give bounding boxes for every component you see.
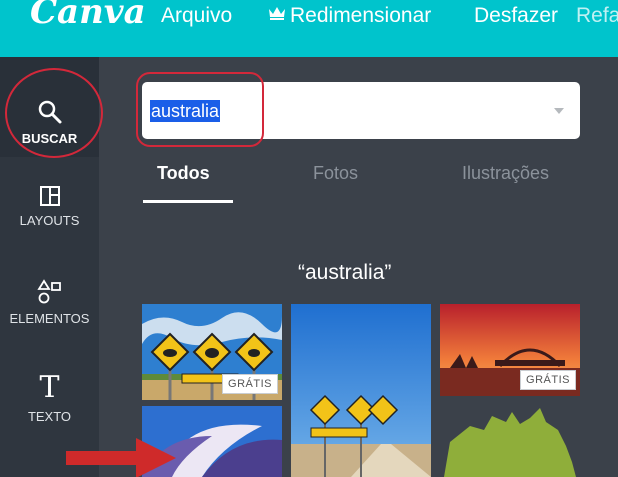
sidebar-item-elementos[interactable]: ELEMENTOS: [0, 257, 99, 349]
menu-desfazer[interactable]: Desfazer: [474, 4, 558, 28]
crown-icon: [269, 7, 285, 20]
tab-ilustracoes[interactable]: Ilustrações: [462, 162, 549, 184]
canva-logo[interactable]: Canva: [30, 0, 146, 32]
australia-map-image: [440, 402, 580, 477]
tab-todos[interactable]: Todos: [157, 162, 210, 184]
results-query-label: “australia”: [298, 261, 392, 284]
result-thumbnail-road[interactable]: [291, 304, 431, 477]
text-icon: T: [39, 370, 60, 405]
buscar-highlight-annotation: [5, 68, 103, 158]
sidebar-item-label: TEXTO: [27, 409, 72, 424]
outback-road-image: [291, 304, 431, 477]
tab-active-indicator: [143, 200, 233, 203]
sidebar-item-label: ELEMENTOS: [9, 311, 90, 326]
layout-icon: [39, 186, 60, 206]
menu-redimensionar[interactable]: Redimensionar: [290, 4, 431, 28]
shapes-icon: [36, 279, 61, 304]
chevron-down-icon[interactable]: [554, 108, 564, 114]
result-thumbnail-sydney-sunset[interactable]: GRÁTIS: [440, 304, 580, 396]
free-badge: GRÁTIS: [222, 374, 278, 394]
sidebar-item-layouts[interactable]: LAYOUTS: [0, 157, 99, 257]
menu-refazer[interactable]: Refa: [576, 4, 618, 28]
result-thumbnail-australia-map[interactable]: [440, 402, 580, 477]
free-badge: GRÁTIS: [520, 370, 576, 390]
search-highlight-annotation: [136, 72, 264, 147]
tab-fotos[interactable]: Fotos: [313, 162, 358, 184]
top-bar: Canva Arquivo Redimensionar Desfazer Ref…: [0, 0, 618, 57]
arrow-annotation-icon: [66, 438, 176, 477]
sidebar-item-texto[interactable]: T TEXTO: [0, 349, 99, 449]
result-thumbnail-road-signs[interactable]: GRÁTIS: [142, 304, 282, 400]
menu-arquivo[interactable]: Arquivo: [161, 4, 232, 28]
sidebar-item-label: LAYOUTS: [19, 213, 80, 228]
